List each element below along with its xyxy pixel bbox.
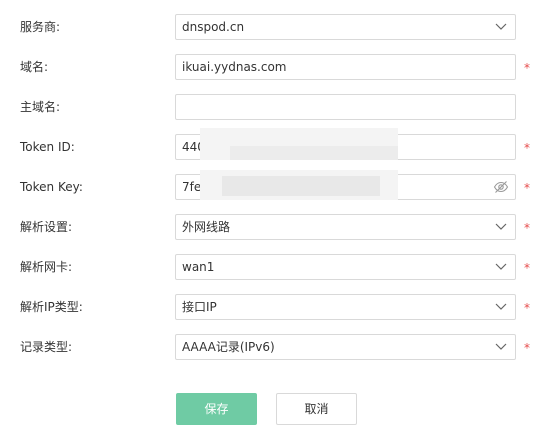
form-row-domain: 域名: ikuai.yydnas.com *	[0, 54, 560, 80]
resolve-ip-type-value: 接口IP	[182, 300, 217, 314]
provider-label: 服务商:	[20, 20, 61, 34]
token-id-label: Token ID:	[20, 140, 75, 154]
domain-value: ikuai.yydnas.com	[182, 60, 287, 74]
chevron-down-icon	[495, 23, 507, 30]
main-domain-input[interactable]	[175, 94, 516, 120]
domain-label: 域名:	[20, 60, 49, 74]
form-row-main-domain: 主域名:	[0, 94, 560, 120]
form-row-resolve-ip-type: 解析IP类型: 接口IP *	[0, 294, 560, 320]
required-mark: *	[524, 261, 530, 275]
redaction-blur	[230, 146, 398, 160]
form-row-resolve-nic: 解析网卡: wan1 *	[0, 254, 560, 280]
main-domain-label: 主域名:	[20, 100, 61, 114]
domain-input[interactable]: ikuai.yydnas.com	[175, 54, 516, 80]
redaction-blur	[222, 176, 380, 196]
required-mark: *	[524, 301, 530, 315]
save-button[interactable]: 保存	[176, 393, 257, 425]
provider-select[interactable]: dnspod.cn	[175, 14, 516, 40]
form-row-resolve-setting: 解析设置: 外网线路 *	[0, 214, 560, 240]
resolve-nic-label: 解析网卡:	[20, 260, 73, 274]
form-row-record-type: 记录类型: AAAA记录(IPv6) *	[0, 334, 560, 360]
resolve-ip-type-select[interactable]: 接口IP	[175, 294, 516, 320]
required-mark: *	[524, 141, 530, 155]
required-mark: *	[524, 61, 530, 75]
cancel-button[interactable]: 取消	[276, 393, 357, 425]
resolve-ip-type-label: 解析IP类型:	[20, 300, 83, 314]
resolve-setting-label: 解析设置:	[20, 220, 73, 234]
form-row-provider: 服务商: dnspod.cn	[0, 14, 560, 40]
resolve-setting-value: 外网线路	[182, 220, 231, 234]
eye-off-icon[interactable]	[493, 179, 509, 195]
record-type-value: AAAA记录(IPv6)	[182, 340, 275, 354]
chevron-down-icon	[495, 303, 507, 310]
chevron-down-icon	[495, 223, 507, 230]
token-key-label: Token Key:	[20, 180, 83, 194]
token-key-value: 7fe	[182, 180, 202, 194]
provider-value: dnspod.cn	[182, 20, 245, 34]
chevron-down-icon	[495, 263, 507, 270]
resolve-nic-select[interactable]: wan1	[175, 254, 516, 280]
record-type-label: 记录类型:	[20, 340, 73, 354]
required-mark: *	[524, 341, 530, 355]
chevron-down-icon	[495, 343, 507, 350]
resolve-nic-value: wan1	[182, 260, 215, 274]
required-mark: *	[524, 181, 530, 195]
record-type-select[interactable]: AAAA记录(IPv6)	[175, 334, 516, 360]
resolve-setting-select[interactable]: 外网线路	[175, 214, 516, 240]
required-mark: *	[524, 221, 530, 235]
